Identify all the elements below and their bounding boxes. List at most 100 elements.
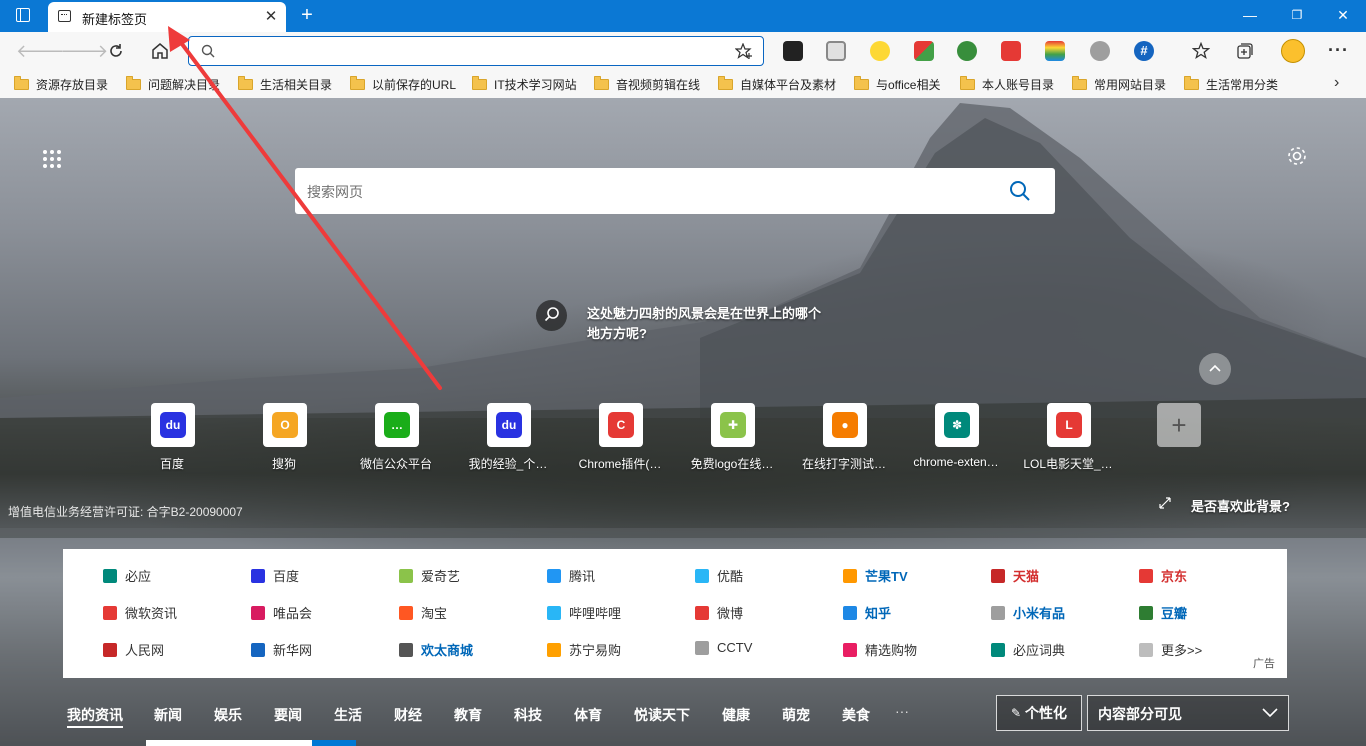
extension-face-icon[interactable] xyxy=(870,41,890,61)
site-link[interactable]: 新华网 xyxy=(251,640,312,659)
news-tab[interactable]: 教育 xyxy=(454,705,482,725)
image-info-button[interactable] xyxy=(536,300,567,331)
quick-link-tile[interactable]: CChrome插件(… xyxy=(590,403,650,463)
news-tab[interactable]: 我的资讯 xyxy=(67,705,123,725)
like-background-link[interactable]: 是否喜欢此背景? xyxy=(1191,496,1290,515)
site-link[interactable]: 哔哩哔哩 xyxy=(547,603,621,622)
quick-link-tile[interactable]: du百度 xyxy=(142,403,202,463)
site-link[interactable]: 必应词典 xyxy=(991,640,1065,659)
quick-link-tile[interactable]: ✽chrome-exten… xyxy=(926,403,986,463)
search-input[interactable]: 搜索网页 xyxy=(307,182,363,202)
forward-button[interactable]: 🡒 xyxy=(60,39,84,63)
extension-red-icon[interactable] xyxy=(1001,41,1021,61)
news-tab[interactable]: 娱乐 xyxy=(214,705,242,725)
extension-rainbow-icon[interactable] xyxy=(1045,41,1065,61)
news-tab[interactable]: 体育 xyxy=(574,705,602,725)
news-tab[interactable]: 悦读天下 xyxy=(634,705,690,725)
bookmark-folder[interactable]: 音视频剪辑在线 xyxy=(594,75,700,93)
license-text[interactable]: 增值电信业务经营许可证: 合字B2-20090007 xyxy=(8,503,243,520)
settings-more-icon[interactable]: ··· xyxy=(1328,40,1349,61)
bookmark-folder[interactable]: 问题解决目录 xyxy=(126,75,220,93)
quick-link-tile[interactable]: du我的经验_个… xyxy=(478,403,538,463)
news-tab[interactable]: 新闻 xyxy=(154,705,182,725)
site-link[interactable]: 知乎 xyxy=(843,603,891,622)
site-link[interactable]: 微博 xyxy=(695,603,743,622)
news-tab[interactable]: 生活 xyxy=(334,705,362,725)
image-info-text[interactable]: 这处魅力四射的风景会是在世界上的哪个 地方方呢? xyxy=(587,304,821,344)
site-link[interactable]: 精选购物 xyxy=(843,640,917,659)
quick-link-tile[interactable]: LLOL电影天堂_… xyxy=(1038,403,1098,463)
bookmark-folder[interactable]: 以前保存的URL xyxy=(350,75,456,93)
add-favorite-icon[interactable] xyxy=(735,43,753,59)
extension-globe-icon[interactable] xyxy=(957,41,977,61)
collections-icon[interactable] xyxy=(1236,42,1254,60)
restore-button[interactable]: ❐ xyxy=(1285,4,1309,26)
site-link[interactable]: 百度 xyxy=(251,566,299,585)
quick-link-tile[interactable]: O搜狗 xyxy=(254,403,314,463)
site-link[interactable]: 欢太商城 xyxy=(399,640,473,659)
expand-icon[interactable] xyxy=(1158,496,1172,510)
quick-link-tile[interactable]: ✚免费logo在线… xyxy=(702,403,762,463)
site-link[interactable]: 更多>> xyxy=(1139,640,1202,659)
extension-hash-icon[interactable]: # xyxy=(1134,41,1154,61)
site-link[interactable]: 微软资讯 xyxy=(103,603,177,622)
news-tab[interactable]: 要闻 xyxy=(274,705,302,725)
web-search-box[interactable]: 搜索网页 xyxy=(295,168,1055,214)
quick-link-tile[interactable]: ●在线打字测试… xyxy=(814,403,874,463)
apps-grid-icon[interactable] xyxy=(43,150,61,168)
favorites-icon[interactable] xyxy=(1192,42,1210,60)
bookmark-folder[interactable]: 本人账号目录 xyxy=(960,75,1054,93)
add-shortcut-button[interactable]: + xyxy=(1157,403,1201,447)
bookmark-folder[interactable]: IT技术学习网站 xyxy=(472,75,577,93)
page-settings-icon[interactable] xyxy=(1286,145,1308,167)
tab-new-tab[interactable]: 新建标签页 ✕ xyxy=(48,2,286,32)
news-tab[interactable]: 健康 xyxy=(722,705,750,725)
bookmark-folder[interactable]: 资源存放目录 xyxy=(14,75,108,93)
content-visibility-select[interactable]: 内容部分可见 xyxy=(1087,695,1289,731)
quick-link-tile[interactable]: …微信公众平台 xyxy=(366,403,426,463)
news-tab[interactable]: 美食 xyxy=(842,705,870,725)
site-link[interactable]: 淘宝 xyxy=(399,603,447,622)
minimize-button[interactable]: — xyxy=(1238,4,1262,26)
news-tab[interactable]: 科技 xyxy=(514,705,542,725)
news-tab[interactable]: 萌宠 xyxy=(782,705,810,725)
profile-avatar[interactable] xyxy=(1281,39,1305,63)
close-tab-icon[interactable]: ✕ xyxy=(262,8,280,26)
bookmark-folder[interactable]: 与office相关 xyxy=(854,75,940,93)
window-close-button[interactable]: ✕ xyxy=(1331,4,1355,26)
search-icon[interactable] xyxy=(1009,180,1031,202)
site-link[interactable]: 人民网 xyxy=(103,640,164,659)
site-link[interactable]: 腾讯 xyxy=(547,566,595,585)
extension-color-icon[interactable] xyxy=(914,41,934,61)
site-link[interactable]: 优酷 xyxy=(695,566,743,585)
extension-icon[interactable] xyxy=(783,41,803,61)
chevron-right-icon[interactable]: › xyxy=(1334,74,1339,92)
bookmark-folder[interactable]: 生活相关目录 xyxy=(238,75,332,93)
site-link[interactable]: 小米有品 xyxy=(991,603,1065,622)
site-link[interactable]: 必应 xyxy=(103,566,151,585)
home-button[interactable] xyxy=(148,39,172,63)
site-link[interactable]: 苏宁易购 xyxy=(547,640,621,659)
news-tab[interactable]: 财经 xyxy=(394,705,422,725)
site-link[interactable]: CCTV xyxy=(695,640,752,655)
site-link[interactable]: 唯品会 xyxy=(251,603,312,622)
back-button[interactable]: 🡐 xyxy=(16,39,40,63)
site-link[interactable]: 天猫 xyxy=(991,566,1039,585)
bookmark-folder[interactable]: 生活常用分类 xyxy=(1184,75,1278,93)
collapse-button[interactable] xyxy=(1199,353,1231,385)
personalize-button[interactable]: ✎ 个性化 xyxy=(996,695,1082,731)
tab-actions-icon[interactable] xyxy=(16,8,30,22)
more-tabs-icon[interactable]: ··· xyxy=(895,703,909,719)
new-tab-button[interactable]: + xyxy=(296,4,318,26)
refresh-button[interactable] xyxy=(104,39,128,63)
bookmark-folder[interactable]: 自媒体平台及素材 xyxy=(718,75,836,93)
bookmark-folder[interactable]: 常用网站目录 xyxy=(1072,75,1166,93)
site-link[interactable]: 豆瓣 xyxy=(1139,603,1187,622)
site-link[interactable]: 芒果TV xyxy=(843,566,908,585)
office-icon[interactable] xyxy=(826,41,846,61)
address-bar[interactable] xyxy=(188,36,764,66)
extension-gray-icon[interactable] xyxy=(1090,41,1110,61)
site-link[interactable]: 京东 xyxy=(1139,566,1187,585)
site-link[interactable]: 爱奇艺 xyxy=(399,566,460,585)
site-glyph: L xyxy=(1056,412,1082,438)
